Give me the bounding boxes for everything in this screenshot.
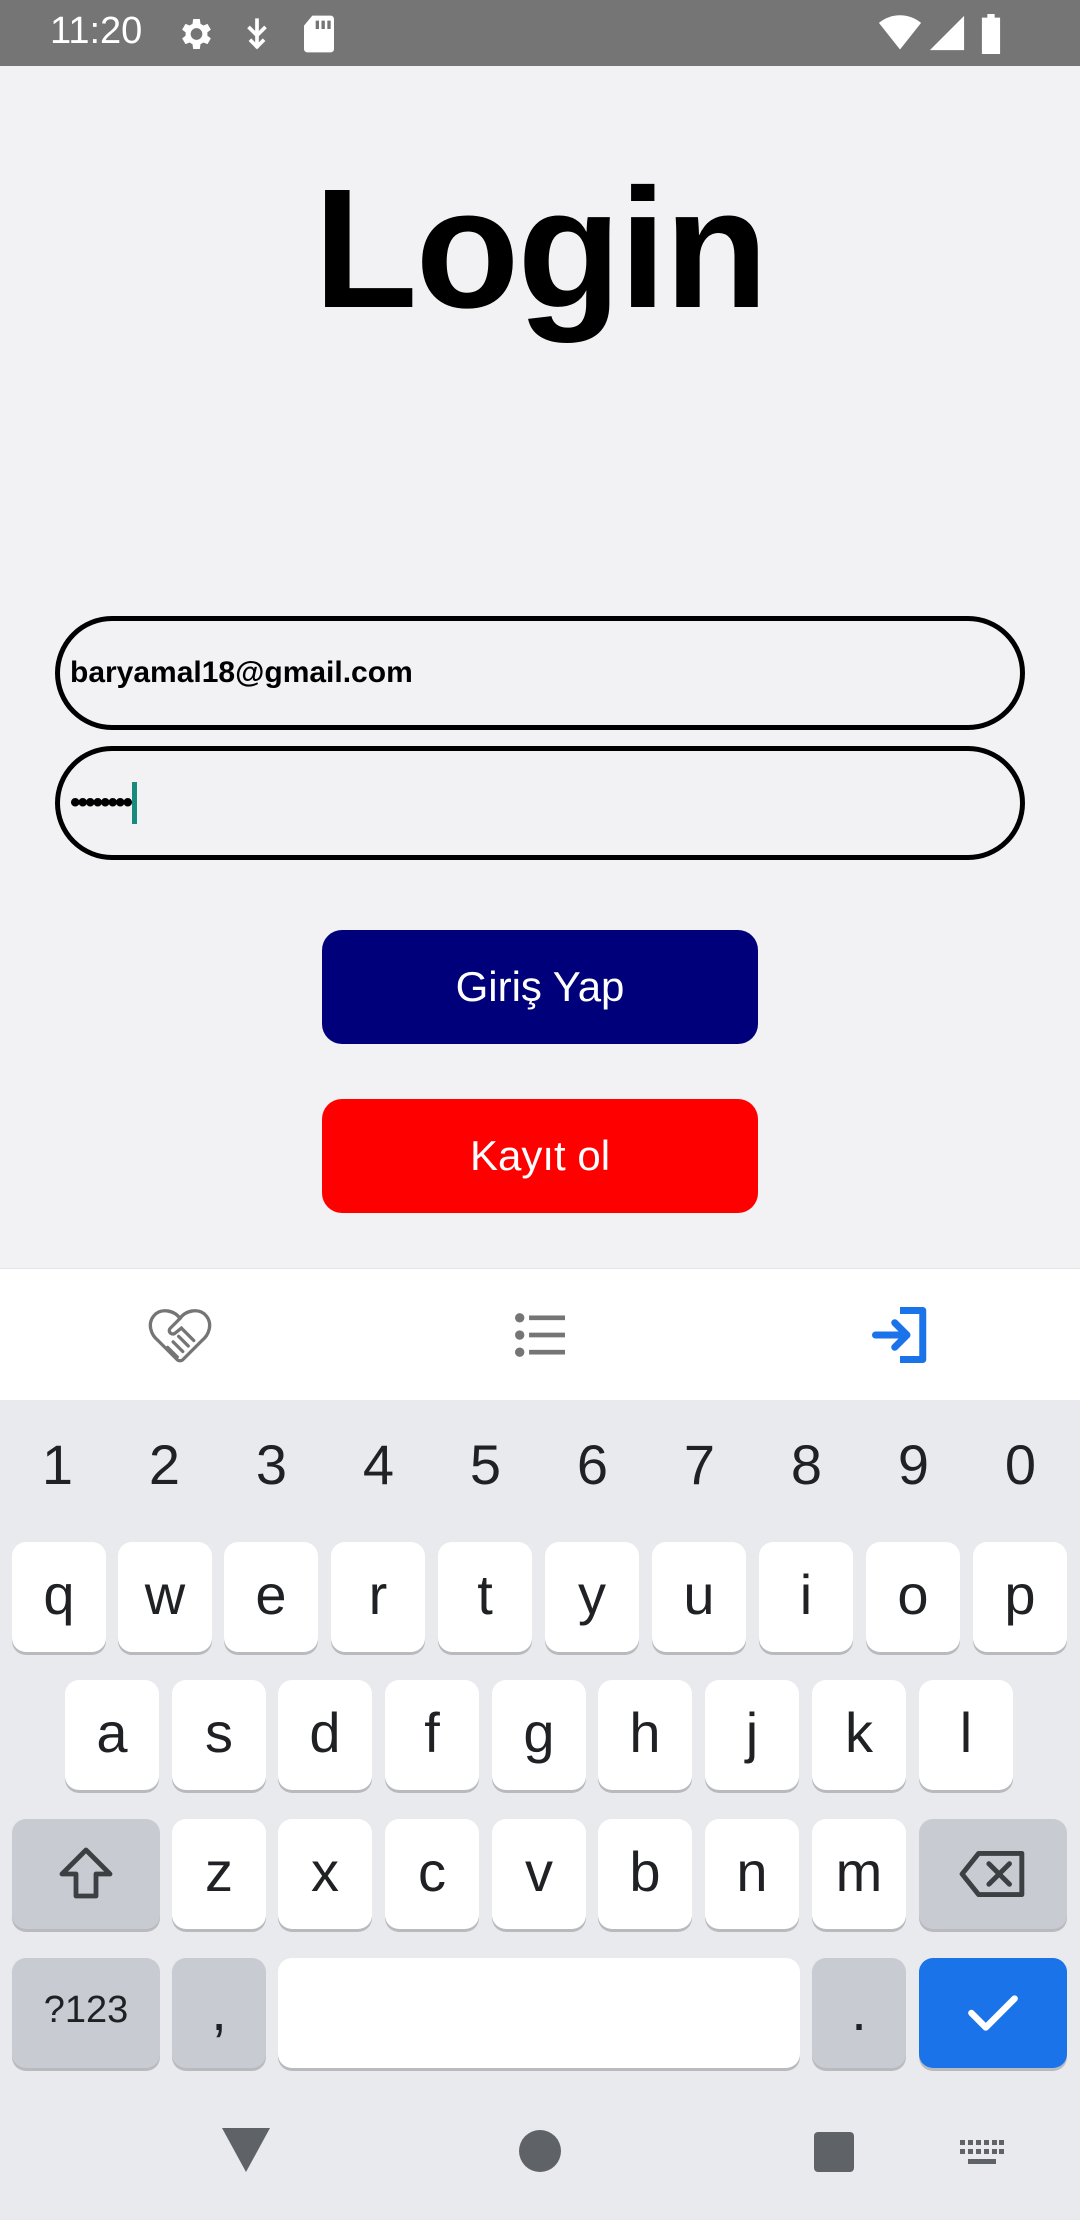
key-f[interactable]: f xyxy=(385,1680,479,1790)
email-value: baryamal18@gmail.com xyxy=(70,656,413,689)
bottom-tab-bar xyxy=(0,1268,1080,1400)
usb-debug-icon xyxy=(247,18,267,50)
key-z[interactable]: z xyxy=(172,1819,266,1929)
key-9[interactable]: 9 xyxy=(860,1400,967,1530)
symbols-key[interactable]: ?123 xyxy=(12,1958,160,2068)
checkmark-icon xyxy=(968,1995,1018,2031)
wifi-icon xyxy=(878,15,922,50)
key-m[interactable]: m xyxy=(812,1819,906,1929)
key-a[interactable]: a xyxy=(65,1680,159,1790)
tab-list[interactable] xyxy=(360,1269,720,1401)
key-p[interactable]: p xyxy=(973,1542,1067,1652)
backspace-icon xyxy=(959,1850,1025,1898)
key-4[interactable]: 4 xyxy=(325,1400,432,1530)
key-y[interactable]: y xyxy=(545,1542,639,1652)
key-c[interactable]: c xyxy=(385,1819,479,1929)
key-r[interactable]: r xyxy=(331,1542,425,1652)
signal-icon xyxy=(929,15,965,51)
key-o[interactable]: o xyxy=(866,1542,960,1652)
login-screen: Login baryamal18@gmail.com •••••••• Giri… xyxy=(0,66,1080,1268)
key-d[interactable]: d xyxy=(278,1680,372,1790)
shift-icon xyxy=(59,1847,113,1899)
key-8[interactable]: 8 xyxy=(753,1400,860,1530)
tab-login[interactable] xyxy=(720,1269,1080,1401)
login-button[interactable]: Giriş Yap xyxy=(322,930,758,1044)
password-value: •••••••• xyxy=(70,786,133,819)
key-7[interactable]: 7 xyxy=(646,1400,753,1530)
key-t[interactable]: t xyxy=(438,1542,532,1652)
sd-card-icon xyxy=(304,15,334,53)
status-time: 11:20 xyxy=(50,10,143,52)
space-key[interactable] xyxy=(278,1958,800,2068)
number-row: 1 2 3 4 5 6 7 8 9 0 xyxy=(0,1400,1080,1530)
key-3[interactable]: 3 xyxy=(218,1400,325,1530)
gear-icon xyxy=(182,19,211,49)
shift-key[interactable] xyxy=(12,1819,160,1929)
password-field[interactable]: •••••••• xyxy=(55,746,1025,860)
key-b[interactable]: b xyxy=(598,1819,692,1929)
key-q[interactable]: q xyxy=(12,1542,106,1652)
login-icon xyxy=(872,1307,927,1363)
key-6[interactable]: 6 xyxy=(539,1400,646,1530)
key-n[interactable]: n xyxy=(705,1819,799,1929)
soft-keyboard: 1 2 3 4 5 6 7 8 9 0 q w e r t y u i o p … xyxy=(0,1400,1080,2080)
comma-key[interactable]: , xyxy=(172,1958,266,2068)
tab-handshake[interactable] xyxy=(0,1269,360,1401)
page-title: Login xyxy=(313,154,769,344)
recents-nav-icon[interactable] xyxy=(814,2132,854,2172)
key-2[interactable]: 2 xyxy=(111,1400,218,1530)
key-i[interactable]: i xyxy=(759,1542,853,1652)
list-icon xyxy=(515,1313,565,1357)
key-w[interactable]: w xyxy=(118,1542,212,1652)
status-bar: 11:20 xyxy=(0,0,1080,66)
key-u[interactable]: u xyxy=(652,1542,746,1652)
key-k[interactable]: k xyxy=(812,1680,906,1790)
key-x[interactable]: x xyxy=(278,1819,372,1929)
back-nav-icon[interactable] xyxy=(222,2128,270,2172)
key-g[interactable]: g xyxy=(492,1680,586,1790)
register-button[interactable]: Kayıt ol xyxy=(322,1099,758,1213)
email-field[interactable]: baryamal18@gmail.com xyxy=(55,616,1025,730)
key-s[interactable]: s xyxy=(172,1680,266,1790)
key-j[interactable]: j xyxy=(705,1680,799,1790)
key-0[interactable]: 0 xyxy=(967,1400,1074,1530)
handshake-icon xyxy=(148,1309,212,1363)
key-5[interactable]: 5 xyxy=(432,1400,539,1530)
home-nav-icon[interactable] xyxy=(519,2130,561,2172)
key-l[interactable]: l xyxy=(919,1680,1013,1790)
system-nav-bar xyxy=(0,2080,1080,2220)
key-v[interactable]: v xyxy=(492,1819,586,1929)
battery-icon xyxy=(981,14,1001,54)
keyboard-switch-icon[interactable] xyxy=(960,2140,1004,2166)
key-h[interactable]: h xyxy=(598,1680,692,1790)
text-cursor xyxy=(132,782,138,824)
backspace-key[interactable] xyxy=(919,1819,1067,1929)
key-1[interactable]: 1 xyxy=(4,1400,111,1530)
done-key[interactable] xyxy=(919,1958,1067,2068)
period-key[interactable]: . xyxy=(812,1958,906,2068)
key-e[interactable]: e xyxy=(224,1542,318,1652)
